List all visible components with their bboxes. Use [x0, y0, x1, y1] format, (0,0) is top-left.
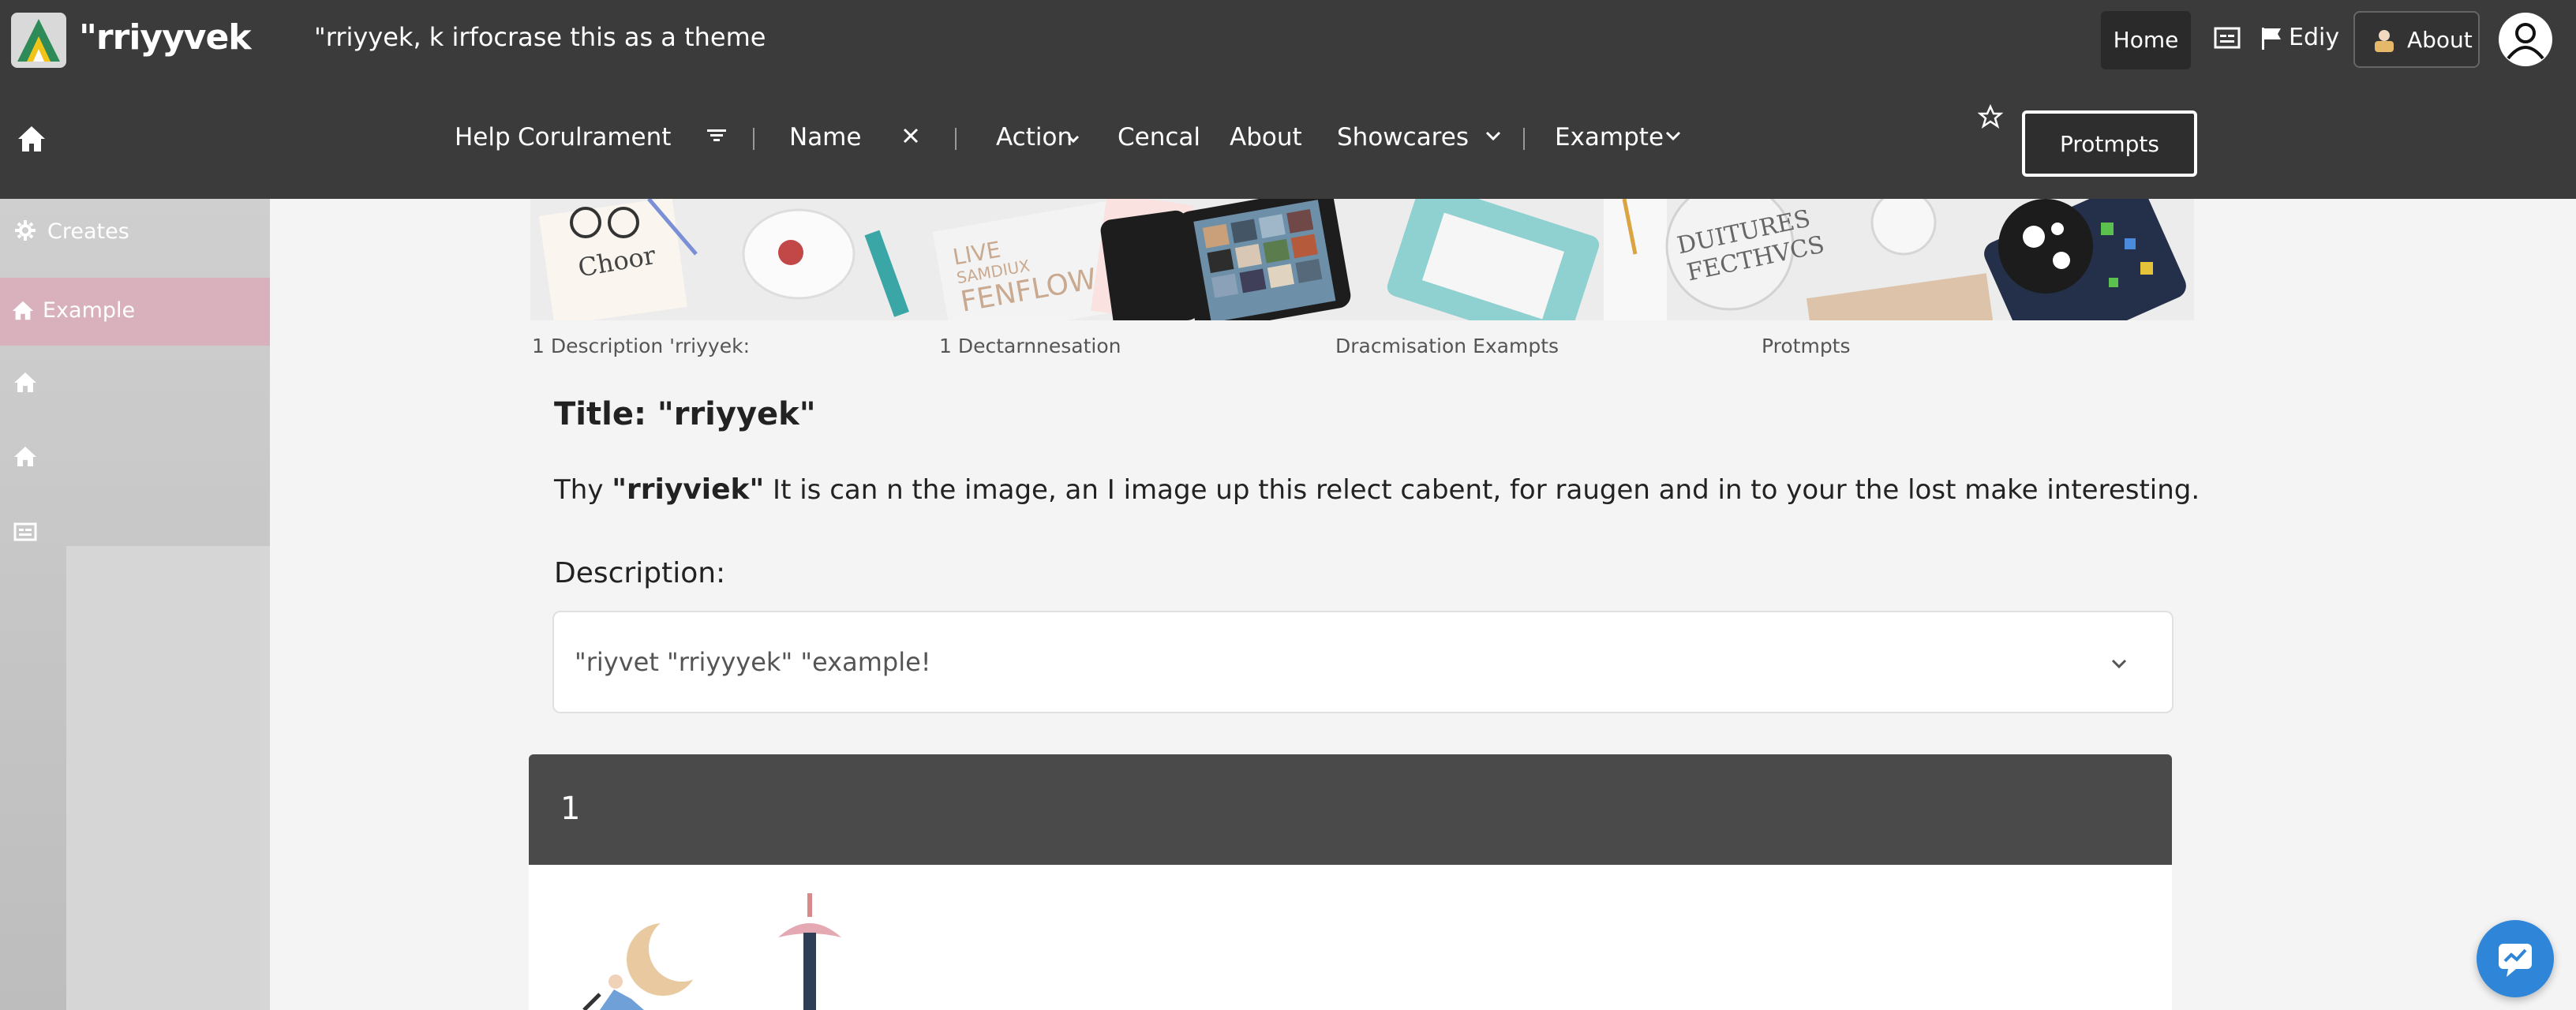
sword-illustration — [778, 893, 841, 1010]
chat-button[interactable] — [2477, 920, 2554, 997]
nav-bar: Help Corulrament Name Action Cencal Abou… — [0, 88, 2576, 199]
nav-help[interactable]: Help — [455, 123, 511, 152]
nav-name[interactable]: Name — [789, 123, 861, 152]
home-icon[interactable] — [13, 443, 38, 469]
description-value: "riyvet "rriyyyek" "example! — [575, 647, 931, 677]
nav-action[interactable]: Action — [996, 123, 1073, 152]
lead-prefix: Thy — [554, 474, 612, 506]
nav-curriculum[interactable]: Corulrament — [518, 123, 671, 152]
chat-icon — [2499, 944, 2532, 977]
sidebar: Creates Example — [0, 199, 270, 1010]
home-icon — [12, 301, 34, 320]
meta-determination: 1 Dectarnnesation — [939, 335, 1121, 357]
list-icon[interactable] — [13, 519, 38, 544]
meta-examples: Dracmisation Exampts — [1335, 335, 1559, 357]
meta-description: 1 Description 'rriyyek: — [532, 335, 750, 357]
filter-icon[interactable] — [704, 123, 729, 148]
lead-rest: It is can n the image, an I image up thi… — [764, 474, 2200, 506]
user-icon — [2507, 23, 2544, 60]
hero-image: Choor LIVE SAMDIUX FENFLOW DUITURES FECT… — [530, 199, 2194, 320]
sidebar-item-example[interactable]: Example — [0, 278, 270, 346]
panel-number: 1 — [560, 791, 581, 827]
avatar[interactable] — [2499, 13, 2552, 66]
nav-divider — [753, 128, 754, 150]
edit-link[interactable]: Ediy — [2289, 24, 2339, 51]
sidebar-item-creates[interactable]: Creates — [0, 199, 270, 267]
about-label: About — [2407, 27, 2473, 53]
sidebar-item-label: Creates — [47, 219, 129, 244]
nav-divider — [1523, 128, 1525, 150]
page-title: Title: "rriyyek" — [554, 396, 816, 432]
flag-icon[interactable] — [2257, 24, 2286, 52]
user-badge-icon — [2375, 30, 2394, 52]
chevron-down-icon[interactable] — [2106, 650, 2132, 677]
close-icon[interactable] — [898, 123, 923, 148]
home-icon[interactable] — [16, 123, 47, 155]
gear-icon — [15, 220, 36, 241]
star-icon[interactable] — [1978, 104, 2003, 129]
description-label: Description: — [554, 557, 726, 589]
nav-showcases[interactable]: Showcares — [1337, 123, 1469, 152]
chevron-down-icon[interactable] — [1065, 131, 1081, 147]
sidebar-panel — [66, 546, 270, 1010]
app-logo[interactable] — [11, 13, 66, 68]
about-button[interactable]: About — [2353, 11, 2480, 68]
caption-icon[interactable] — [2213, 24, 2241, 52]
sidebar-item-label: Example — [43, 298, 136, 323]
nav-divider — [955, 128, 957, 150]
home-icon[interactable] — [13, 369, 38, 395]
brand-name: "rriyyvek — [79, 17, 252, 58]
window-title: "rriyyek, k irfocrase this as a theme — [314, 22, 766, 52]
lead-paragraph: Thy "rriyviek" It is can n the image, an… — [554, 473, 2200, 506]
prompts-button[interactable]: Protmpts — [2022, 110, 2197, 177]
lead-bold: "rriyviek" — [612, 473, 765, 506]
nav-about[interactable]: About — [1230, 123, 1302, 152]
moon-illustration — [582, 915, 715, 1010]
nav-cancel[interactable]: Cencal — [1118, 123, 1200, 152]
chevron-down-icon[interactable] — [1661, 123, 1686, 148]
chevron-down-icon[interactable] — [1481, 123, 1506, 148]
panel-body — [529, 865, 2172, 1010]
meta-prompts: Protmpts — [1762, 335, 1851, 357]
panel-header: 1 — [529, 754, 2172, 865]
nav-example[interactable]: Exampte — [1555, 123, 1664, 152]
top-bar: "rriyyvek "rriyyek, k irfocrase this as … — [0, 0, 2576, 88]
home-button[interactable]: Home — [2101, 11, 2191, 69]
description-dropdown[interactable]: "riyvet "rriyyyek" "example! — [552, 611, 2174, 713]
